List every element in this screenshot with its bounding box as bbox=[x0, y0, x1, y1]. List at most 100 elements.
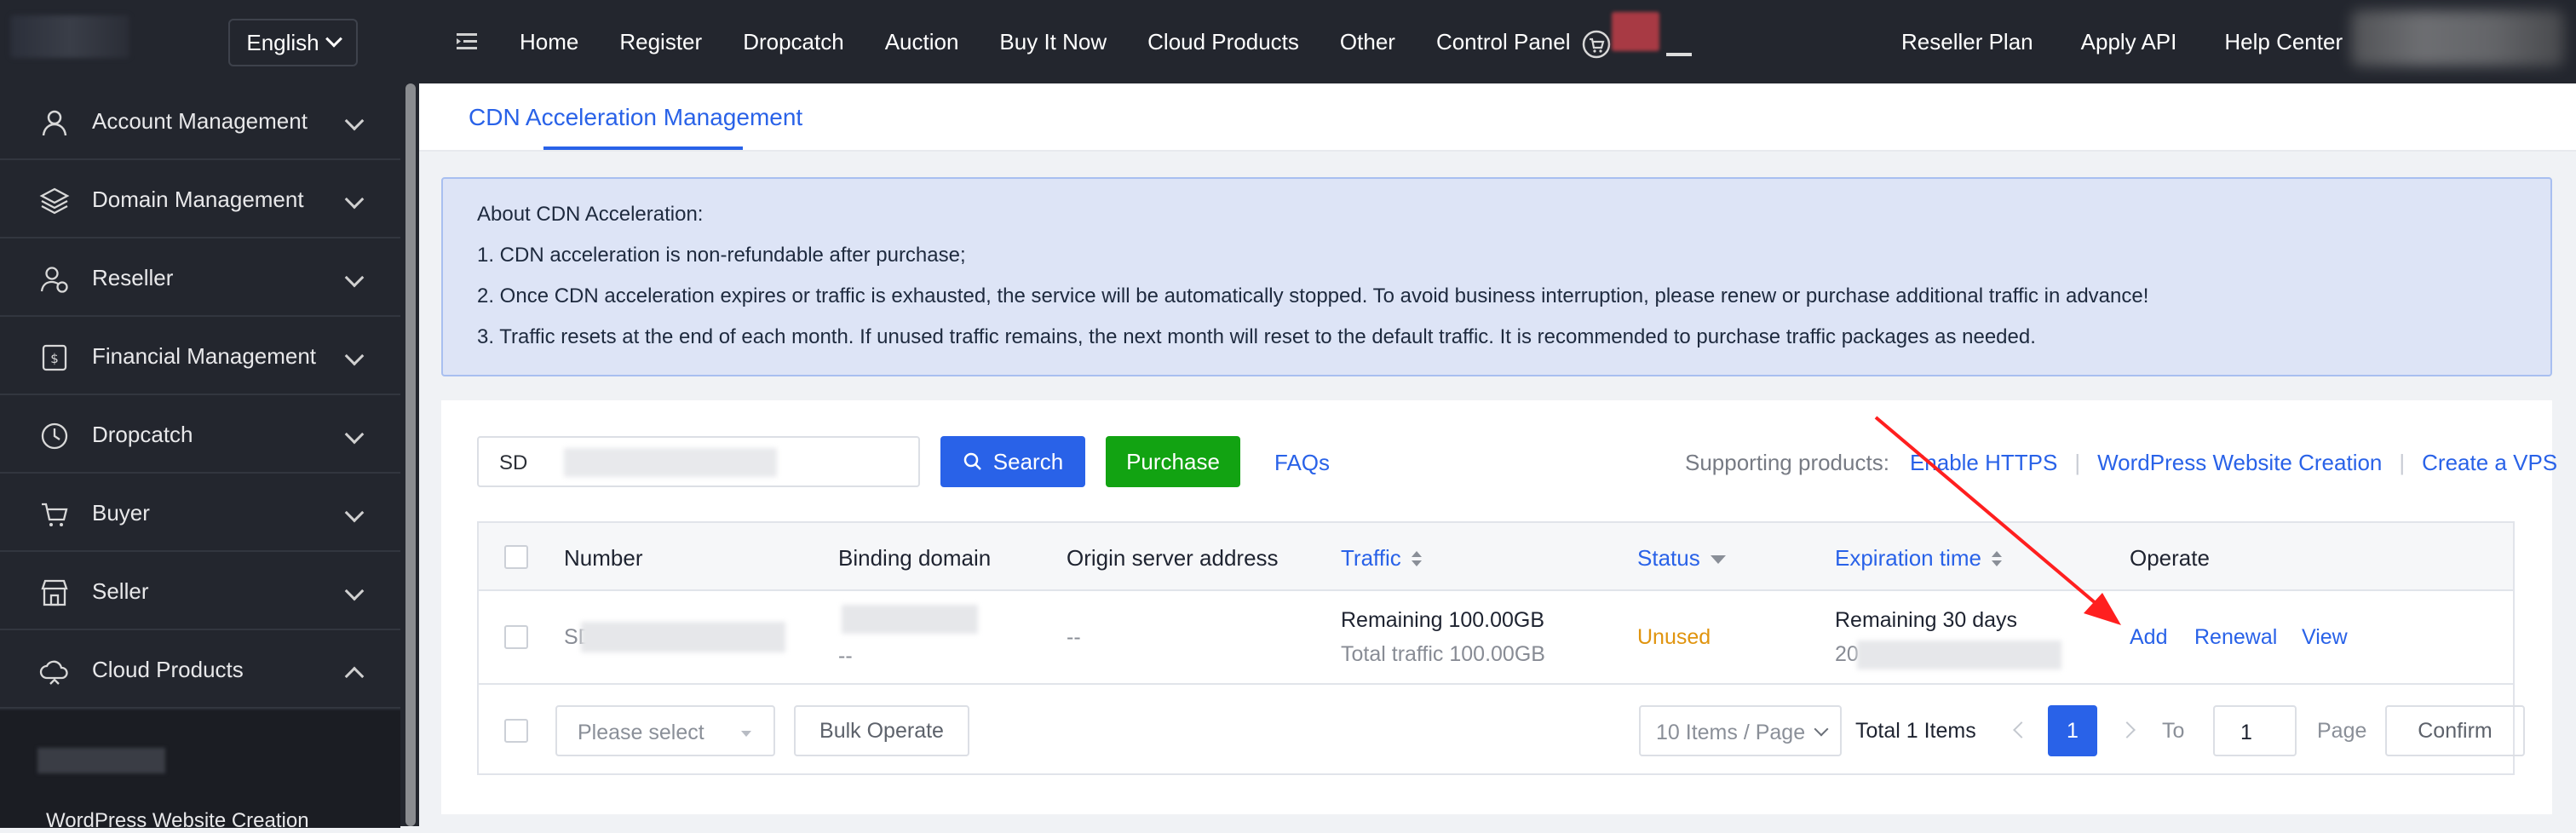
sidebar-item-label: Seller bbox=[92, 577, 149, 604]
nav-auction[interactable]: Auction bbox=[885, 29, 959, 55]
goto-page-input[interactable]: 1 bbox=[2213, 705, 2297, 756]
sidebar-item-buyer[interactable]: Buyer bbox=[0, 475, 400, 552]
col-traffic[interactable]: Traffic bbox=[1341, 545, 1422, 572]
logo[interactable] bbox=[10, 15, 129, 58]
renewal-link[interactable]: Renewal bbox=[2194, 625, 2277, 650]
chevron-down-icon bbox=[344, 111, 365, 131]
page-size-select[interactable]: 10 Items / Page bbox=[1639, 705, 1842, 756]
goto-label: To bbox=[2162, 719, 2185, 743]
bulk-select[interactable]: Please select bbox=[555, 705, 775, 756]
sidebar-item-financial-management[interactable]: $ Financial Management bbox=[0, 319, 400, 395]
cart-icon bbox=[1582, 30, 1611, 59]
sidebar-scrollbar[interactable] bbox=[405, 83, 416, 826]
confirm-button[interactable]: Confirm bbox=[2385, 705, 2525, 756]
chevron-down-icon bbox=[344, 581, 365, 601]
sidebar: Account Management Domain Management Res… bbox=[0, 83, 419, 832]
nav-other[interactable]: Other bbox=[1340, 29, 1395, 55]
sidebar-item-cloud-products[interactable]: Cloud Products bbox=[0, 632, 400, 709]
sort-icon bbox=[1991, 551, 2002, 568]
wordpress-website-creation-link[interactable]: WordPress Website Creation bbox=[2097, 450, 2382, 476]
add-link[interactable]: Add bbox=[2130, 625, 2167, 650]
row-traffic-remaining: Remaining 100.00GB bbox=[1341, 608, 1545, 632]
sidebar-item-label: Reseller bbox=[92, 264, 174, 290]
sidebar-item-label: Financial Management bbox=[92, 342, 317, 369]
language-select[interactable]: English bbox=[228, 19, 358, 66]
search-input-redacted bbox=[564, 448, 777, 477]
row-traffic-total: Total traffic 100.00GB bbox=[1341, 642, 1545, 666]
nav-help-center[interactable]: Help Center bbox=[2224, 29, 2343, 55]
cart-button[interactable] bbox=[1581, 12, 1697, 65]
row-expiration-redacted bbox=[1857, 641, 2061, 669]
store-icon bbox=[41, 579, 68, 606]
menu-toggle-icon[interactable] bbox=[455, 29, 480, 55]
row-binding-domain-line2: -- bbox=[838, 644, 853, 668]
view-link[interactable]: View bbox=[2302, 625, 2348, 650]
row-checkbox[interactable] bbox=[504, 625, 528, 649]
next-page-icon[interactable] bbox=[2119, 721, 2136, 738]
page-1-button[interactable]: 1 bbox=[2048, 705, 2097, 756]
status-badge: Unused bbox=[1637, 625, 1711, 649]
nav-register[interactable]: Register bbox=[619, 29, 702, 55]
chevron-down-icon bbox=[344, 189, 365, 210]
top-bar: English Home Register Dropcatch Auction … bbox=[0, 0, 2576, 83]
sidebar-item-label: Account Management bbox=[92, 107, 308, 134]
link-divider: | bbox=[2399, 450, 2406, 475]
enable-https-link[interactable]: Enable HTTPS bbox=[1910, 450, 2057, 476]
nav-buy-it-now[interactable]: Buy It Now bbox=[999, 29, 1107, 55]
col-traffic-label: Traffic bbox=[1341, 545, 1401, 571]
user-icon bbox=[42, 110, 67, 136]
search-button-label: Search bbox=[992, 448, 1064, 474]
nav-home[interactable]: Home bbox=[520, 29, 578, 55]
sidebar-item-reseller[interactable]: Reseller bbox=[0, 240, 400, 317]
col-status[interactable]: Status bbox=[1637, 545, 1726, 572]
search-input[interactable]: SD bbox=[477, 436, 920, 487]
link-divider: | bbox=[2074, 450, 2081, 475]
col-origin-server: Origin server address bbox=[1067, 545, 1279, 571]
svg-text:$: $ bbox=[50, 351, 59, 366]
tab-cdn-acceleration-management[interactable]: CDN Acceleration Management bbox=[469, 83, 802, 152]
bulk-operate-button[interactable]: Bulk Operate bbox=[794, 705, 969, 756]
sidebar-item-label: Dropcatch bbox=[92, 421, 193, 447]
user-account[interactable] bbox=[2351, 10, 2564, 66]
layers-icon bbox=[39, 187, 70, 215]
sidebar-item-seller[interactable]: Seller bbox=[0, 554, 400, 630]
chevron-down-icon bbox=[344, 424, 365, 445]
chevron-down-icon bbox=[1814, 721, 1829, 737]
submenu-item-wordpress[interactable]: WordPress Website Creation bbox=[46, 809, 309, 833]
row-domain-redacted bbox=[842, 605, 978, 634]
table-header: Number Binding domain Origin server addr… bbox=[479, 523, 2513, 591]
search-button[interactable]: Search bbox=[940, 436, 1085, 487]
row-number-redacted bbox=[581, 622, 785, 652]
submenu-item-blurred[interactable] bbox=[37, 748, 165, 773]
search-input-value: SD bbox=[499, 451, 528, 474]
table-footer: Please select Bulk Operate 10 Items / Pa… bbox=[479, 685, 2525, 775]
select-all-checkbox[interactable] bbox=[504, 545, 528, 569]
cdn-table: Number Binding domain Origin server addr… bbox=[477, 521, 2525, 775]
cloud-icon bbox=[39, 660, 68, 685]
notice-box: About CDN Acceleration: 1. CDN accelerat… bbox=[441, 177, 2552, 376]
create-vps-link[interactable]: Create a VPS bbox=[2422, 450, 2557, 476]
nav-cloud-products[interactable]: Cloud Products bbox=[1147, 29, 1299, 55]
table-row: SD -- -- Remaining 100.00GB Total traffi… bbox=[479, 591, 2513, 685]
dollar-icon: $ bbox=[42, 344, 67, 371]
faqs-link[interactable]: FAQs bbox=[1274, 450, 1330, 476]
filter-icon bbox=[1710, 555, 1726, 565]
nav-reseller-plan[interactable]: Reseller Plan bbox=[1901, 29, 2033, 55]
sidebar-item-account-management[interactable]: Account Management bbox=[0, 83, 400, 160]
sidebar-item-label: Cloud Products bbox=[92, 656, 244, 682]
sidebar-item-domain-management[interactable]: Domain Management bbox=[0, 162, 400, 238]
nav-control-panel[interactable]: Control Panel bbox=[1436, 29, 1571, 55]
prev-page-icon[interactable] bbox=[2013, 721, 2030, 738]
chevron-down-icon bbox=[344, 503, 365, 523]
nav-apply-api[interactable]: Apply API bbox=[2081, 29, 2177, 55]
footer-checkbox[interactable] bbox=[504, 719, 528, 743]
col-expiration-time[interactable]: Expiration time bbox=[1835, 545, 2002, 572]
chevron-up-icon bbox=[344, 666, 365, 687]
purchase-button[interactable]: Purchase bbox=[1106, 436, 1240, 487]
cart-icon bbox=[42, 503, 68, 526]
cloud-products-submenu: WordPress Website Creation bbox=[0, 710, 400, 832]
row-expiration-remaining: Remaining 30 days bbox=[1835, 608, 2018, 632]
sidebar-item-dropcatch[interactable]: Dropcatch bbox=[0, 397, 400, 474]
page-label: Page bbox=[2317, 719, 2367, 743]
nav-dropcatch[interactable]: Dropcatch bbox=[743, 29, 844, 55]
